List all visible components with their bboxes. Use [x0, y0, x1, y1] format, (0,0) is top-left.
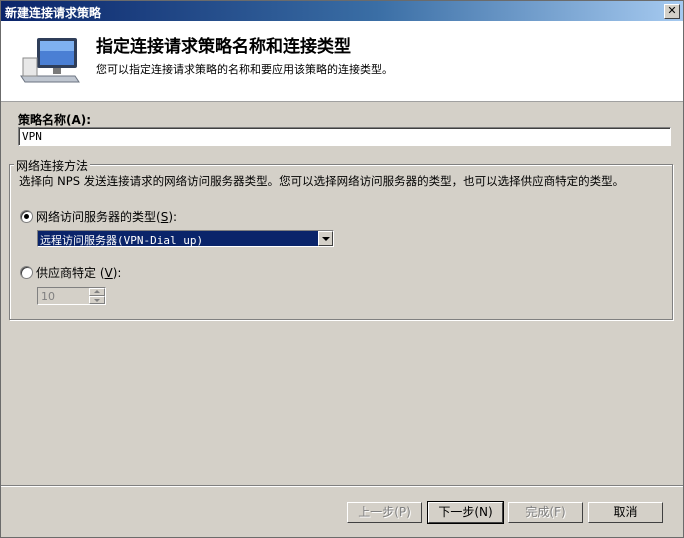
vendor-specific-value: 10	[41, 290, 55, 303]
spin-down-icon[interactable]	[89, 296, 105, 304]
next-button[interactable]: 下一步(N)	[427, 501, 504, 524]
back-button[interactable]: 上一步(P)	[347, 502, 422, 523]
nas-type-label[interactable]: 网络访问服务器的类型(S):	[36, 208, 177, 225]
page-title: 指定连接请求策略名称和连接类型	[96, 37, 351, 57]
nas-type-accel: S	[160, 210, 169, 224]
policy-name-label-text: 策略名称	[18, 113, 67, 127]
group-description: 选择向 NPS 发送连接请求的网络访问服务器类型。您可以选择网络访问服务器的类型…	[19, 174, 625, 188]
group-legend: 网络连接方法	[14, 157, 91, 174]
vendor-specific-spinbox[interactable]: 10	[37, 287, 106, 305]
chevron-down-icon[interactable]	[318, 231, 333, 246]
wizard-header: 指定连接请求策略名称和连接类型 您可以指定连接请求策略的名称和要应用该策略的连接…	[1, 21, 683, 102]
vendor-specific-radio[interactable]	[20, 266, 33, 279]
nas-type-radio[interactable]	[20, 210, 33, 223]
monitor-network-icon	[20, 38, 80, 83]
policy-name-input[interactable]: VPN	[18, 127, 671, 146]
title-bar[interactable]: 新建连接请求策略 ✕	[1, 1, 683, 21]
page-subtitle: 您可以指定连接请求策略的名称和要应用该策略的连接类型。	[96, 63, 393, 76]
policy-name-label: 策略名称(A):	[18, 113, 92, 127]
vendor-specific-label-text: 供应商特定	[36, 266, 97, 280]
window-title: 新建连接请求策略	[5, 6, 102, 20]
vendor-specific-accel: V	[104, 266, 113, 280]
nas-type-label-text: 网络访问服务器的类型	[36, 210, 157, 224]
nas-type-dropdown[interactable]: 远程访问服务器(VPN-Dial up)	[37, 230, 334, 247]
close-button[interactable]: ✕	[664, 4, 680, 19]
nas-type-dropdown-value: 远程访问服务器(VPN-Dial up)	[40, 234, 204, 247]
close-icon: ✕	[667, 4, 677, 17]
cancel-button[interactable]: 取消	[588, 502, 663, 523]
footer-separator	[1, 485, 683, 487]
dialog-window: 新建连接请求策略 ✕ 指定连接请求策略名称和连接类型 您可以指定连接请求策略的名…	[0, 0, 684, 538]
radio-selected-dot	[24, 214, 29, 219]
finish-button[interactable]: 完成(F)	[508, 502, 583, 523]
policy-name-accel: (A)	[66, 113, 87, 127]
spin-up-icon[interactable]	[89, 288, 105, 296]
vendor-specific-label[interactable]: 供应商特定 (V):	[36, 264, 121, 281]
